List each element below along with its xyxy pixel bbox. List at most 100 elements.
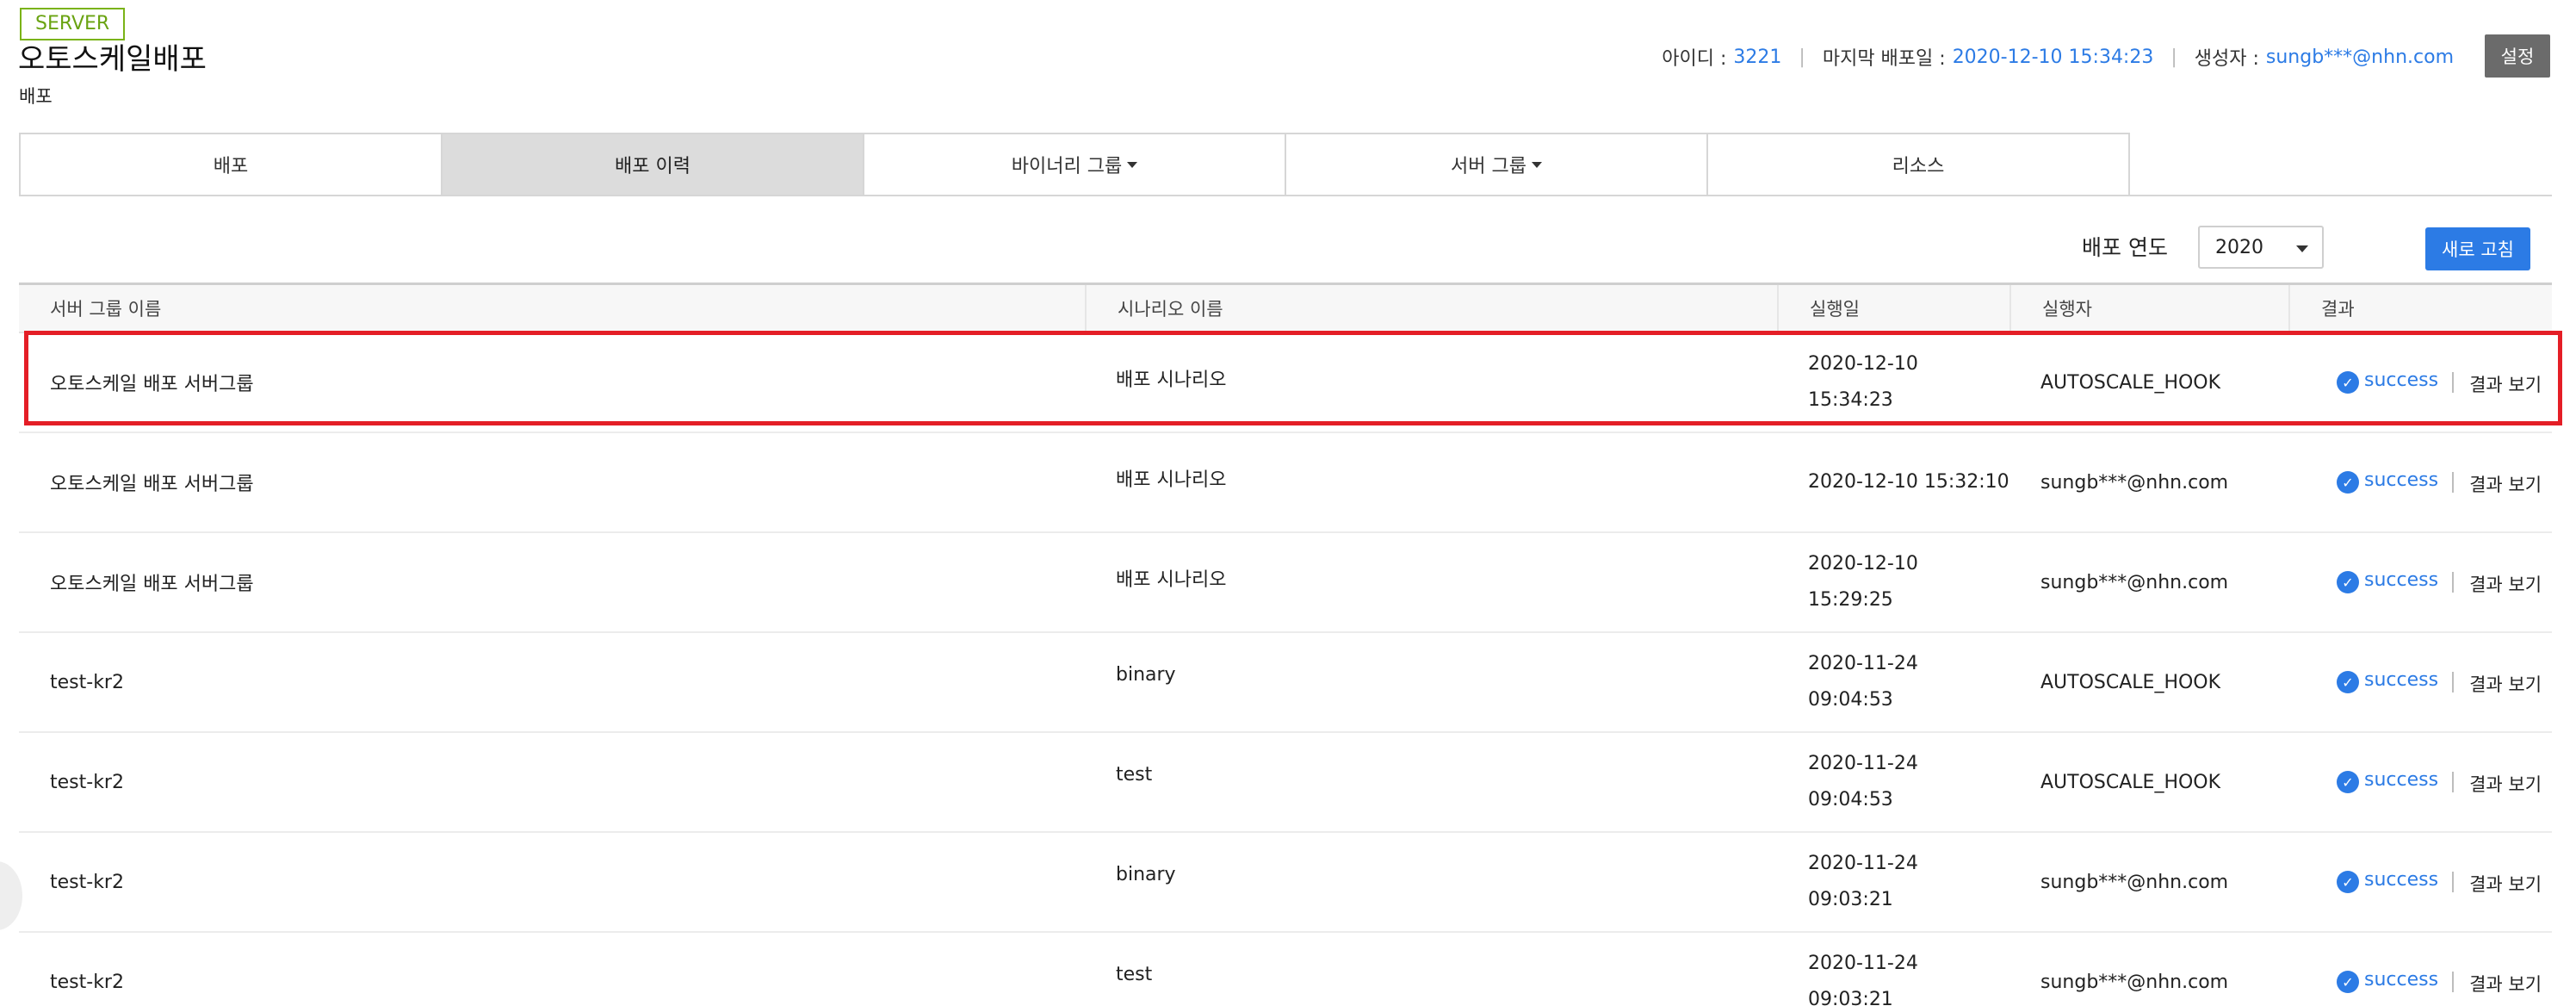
view-result-link[interactable]: 결과 보기 [2469, 471, 2542, 497]
view-result-link[interactable]: 결과 보기 [2469, 871, 2542, 897]
tab-label: 배포 [213, 156, 249, 177]
exec-date: 2020-12-10 [1808, 553, 1918, 574]
page-title: 오토스케일배포 [18, 42, 207, 77]
cell-result: ✓ success 결과 보기 [2337, 333, 2542, 432]
cell-result: ✓ success 결과 보기 [2337, 433, 2542, 531]
cell-scenario: 배포 시나리오 [1116, 469, 1227, 491]
tab-label: 바이너리 그룹 [1011, 156, 1123, 177]
tab-server-group[interactable]: 서버 그룹 [1285, 133, 1708, 196]
cell-scenario: test [1116, 764, 1153, 786]
exec-date: 2020-11-24 [1808, 653, 1918, 674]
caret-down-icon [1531, 161, 1542, 168]
deploy-year-value: 2020 [2215, 236, 2263, 258]
tab-bar: 배포 배포 이력 바이너리 그룹 서버 그룹 리소스 [19, 133, 2130, 196]
status-success: success [2364, 968, 2439, 990]
cell-result: ✓ success 결과 보기 [2337, 533, 2542, 631]
tab-deploy-history[interactable]: 배포 이력 [441, 133, 864, 196]
exec-date: 2020-11-24 [1808, 953, 1918, 974]
deploy-history-table: 서버 그룹 이름 시나리오 이름 실행일 실행자 결과 오토스케일 배포 서버그… [19, 283, 2552, 1006]
exec-time: 09:03:21 [1808, 889, 1893, 910]
exec-date: 2020-11-24 [1808, 753, 1918, 774]
status-success: success [2364, 369, 2439, 391]
column-header-exec-date: 실행일 [1777, 285, 2009, 332]
check-circle-icon: ✓ [2337, 471, 2359, 494]
column-header-scenario: 시나리오 이름 [1085, 285, 1779, 332]
refresh-button[interactable]: 새로 고침 [2425, 227, 2530, 270]
cell-result: ✓ success 결과 보기 [2337, 933, 2542, 1006]
column-header-executor: 실행자 [2009, 285, 2290, 332]
cell-executor: sungb***@nhn.com [2040, 471, 2229, 494]
cell-result: ✓ success 결과 보기 [2337, 833, 2542, 931]
status-success: success [2364, 568, 2439, 591]
table-row: 오토스케일 배포 서버그룹 배포 시나리오 2020-12-10 15:29:2… [19, 533, 2552, 633]
check-circle-icon: ✓ [2337, 571, 2359, 593]
status-success: success [2364, 668, 2439, 691]
cell-scenario: 배포 시나리오 [1116, 569, 1227, 591]
table-row: test-kr2 test 2020-11-24 09:03:21 sungb*… [19, 933, 2552, 1006]
view-result-link[interactable]: 결과 보기 [2469, 971, 2542, 997]
tab-divider [19, 195, 2552, 196]
page-subtitle: 배포 [19, 86, 53, 107]
cell-exec-date: 2020-12-10 15:32:10 [1808, 433, 2009, 531]
view-result-link[interactable]: 결과 보기 [2469, 571, 2542, 597]
meta-separator: | [1799, 46, 1805, 68]
tab-label: 배포 이력 [615, 156, 690, 177]
column-header-server-group: 서버 그룹 이름 [50, 299, 162, 320]
exec-time: 09:04:53 [1808, 689, 1893, 711]
divider [2452, 772, 2455, 792]
cell-executor: sungb***@nhn.com [2040, 971, 2229, 993]
exec-time: 09:04:53 [1808, 789, 1893, 810]
check-circle-icon: ✓ [2337, 371, 2359, 394]
cell-server-group: 오토스케일 배포 서버그룹 [50, 574, 254, 595]
cell-executor: AUTOSCALE_HOOK [2040, 771, 2221, 793]
view-result-link[interactable]: 결과 보기 [2469, 771, 2542, 797]
meta-info: 아이디 : 3221 | 마지막 배포일 : 2020-12-10 15:34:… [1662, 43, 2454, 71]
cell-server-group: 오토스케일 배포 서버그룹 [50, 474, 254, 495]
id-label: 아이디 : [1662, 48, 1727, 70]
tab-binary-group[interactable]: 바이너리 그룹 [863, 133, 1286, 196]
exec-time: 15:34:23 [1808, 389, 1893, 411]
column-header-result: 결과 [2288, 285, 2552, 332]
exec-date: 2020-11-24 [1808, 853, 1918, 874]
cell-scenario: binary [1116, 864, 1176, 885]
divider [2452, 372, 2455, 393]
cell-server-group: 오토스케일 배포 서버그룹 [50, 374, 254, 395]
cell-executor: AUTOSCALE_HOOK [2040, 371, 2221, 394]
type-badge: SERVER [20, 8, 126, 40]
deploy-year-select[interactable]: 2020 [2198, 226, 2324, 269]
creator-label: 생성자 : [2194, 48, 2259, 70]
check-circle-icon: ✓ [2337, 971, 2359, 993]
settings-button[interactable]: 설정 [2485, 34, 2550, 78]
table-header: 서버 그룹 이름 시나리오 이름 실행일 실행자 결과 [19, 283, 2552, 333]
divider [2452, 472, 2455, 493]
table-row: 오토스케일 배포 서버그룹 배포 시나리오 2020-12-10 15:32:1… [19, 433, 2552, 533]
last-deploy-value: 2020-12-10 15:34:23 [1952, 46, 2154, 68]
status-success: success [2364, 469, 2439, 491]
view-result-link[interactable]: 결과 보기 [2469, 671, 2542, 697]
exec-time: 09:03:21 [1808, 989, 1893, 1006]
status-success: success [2364, 868, 2439, 891]
cell-result: ✓ success 결과 보기 [2337, 633, 2542, 731]
check-circle-icon: ✓ [2337, 671, 2359, 693]
cell-server-group: test-kr2 [50, 671, 124, 693]
cell-scenario: binary [1116, 664, 1176, 686]
cell-result: ✓ success 결과 보기 [2337, 733, 2542, 831]
cell-executor: AUTOSCALE_HOOK [2040, 671, 2221, 693]
tab-label: 서버 그룹 [1451, 156, 1526, 177]
creator-value: sungb***@nhn.com [2265, 46, 2454, 68]
cell-exec-date: 2020-11-24 09:04:53 [1808, 633, 1918, 731]
check-circle-icon: ✓ [2337, 771, 2359, 793]
tab-resource[interactable]: 리소스 [1706, 133, 2130, 196]
divider [2452, 872, 2455, 892]
exec-date: 2020-12-10 15:32:10 [1808, 471, 2009, 493]
table-row: test-kr2 binary 2020-11-24 09:03:21 sung… [19, 833, 2552, 933]
tab-deploy[interactable]: 배포 [19, 133, 443, 196]
divider [2452, 672, 2455, 692]
last-deploy-label: 마지막 배포일 : [1822, 48, 1946, 70]
view-result-link[interactable]: 결과 보기 [2469, 371, 2542, 397]
cell-exec-date: 2020-12-10 15:34:23 [1808, 333, 1918, 432]
cell-server-group: test-kr2 [50, 971, 124, 993]
page: SERVER 오토스케일배포 배포 아이디 : 3221 | 마지막 배포일 :… [0, 0, 2576, 1006]
chevron-down-icon [2296, 245, 2308, 252]
check-circle-icon: ✓ [2337, 871, 2359, 893]
